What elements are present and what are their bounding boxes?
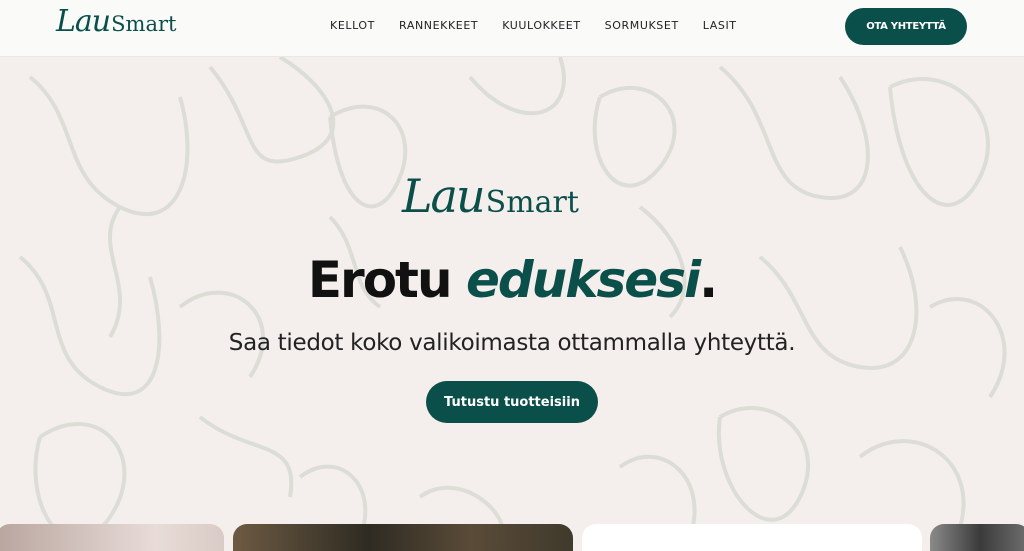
logo-serif-text: Smart (111, 12, 177, 36)
headline-main: Erotu (307, 251, 466, 309)
hero-logo-script-text: Lau (402, 169, 486, 223)
nav-item-lasit[interactable]: LASIT (703, 19, 737, 32)
hero-logo-serif-text: Smart (485, 185, 579, 220)
hero-logo: Lau Smart (402, 169, 579, 223)
product-card-1[interactable] (0, 524, 224, 551)
nav-item-kuulokkeet[interactable]: KUULOKKEET (502, 19, 580, 32)
nav-item-sormukset[interactable]: SORMUKSET (605, 19, 679, 32)
main-nav: KELLOT RANNEKKEET KUULOKKEET SORMUKSET L… (330, 19, 737, 32)
product-card-2[interactable] (233, 524, 573, 551)
hero-subtitle: Saa tiedot koko valikoimasta ottammalla … (228, 330, 796, 356)
headline-accent: eduksesi (465, 251, 701, 309)
site-header: Lau Smart KELLOT RANNEKKEET KUULOKKEET S… (0, 0, 1024, 57)
nav-item-kellot[interactable]: KELLOT (330, 19, 375, 32)
hero-headline: Erotu eduksesi. (0, 251, 1024, 309)
product-card-3[interactable] (582, 524, 922, 551)
headline-period: . (699, 251, 718, 309)
header-logo[interactable]: Lau Smart (56, 4, 176, 50)
contact-button[interactable]: OTA YHTEYTTÄ (845, 8, 967, 45)
nav-item-rannekkeet[interactable]: RANNEKKEET (399, 19, 478, 32)
explore-products-button[interactable]: Tutustu tuotteisiin (426, 381, 598, 423)
logo-script-text: Lau (56, 4, 111, 39)
hero-section: Lau Smart Erotu eduksesi. Saa tiedot kok… (0, 57, 1024, 551)
product-card-4[interactable] (930, 524, 1024, 551)
